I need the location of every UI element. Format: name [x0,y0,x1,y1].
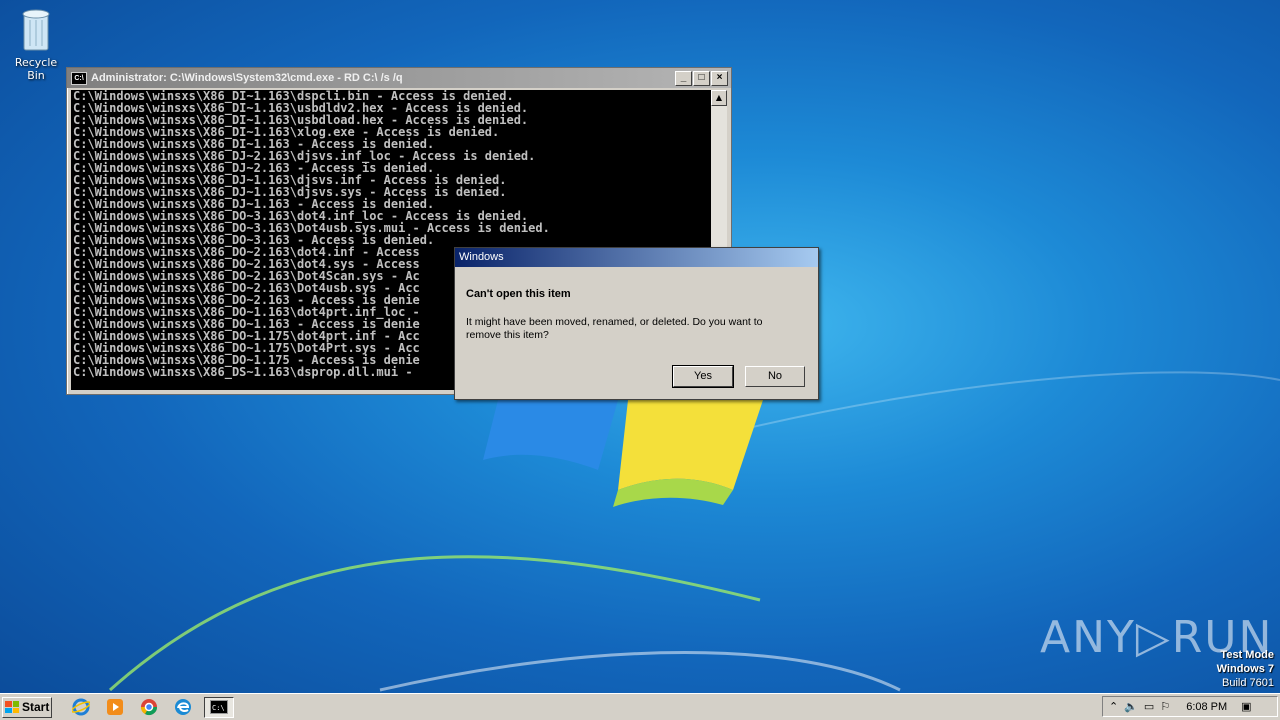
windows-logo [483,400,763,507]
test-mode-label: Test Mode [1220,649,1274,661]
build-label: Build 7601 [1222,677,1274,689]
dialog-heading: Can't open this item [466,288,571,300]
cmd-title: Administrator: C:\Windows\System32\cmd.e… [91,72,403,84]
windows-flag-icon [5,701,19,713]
svg-text:C:\: C:\ [212,704,225,712]
cmd-icon: C:\ [210,700,228,714]
media-player-icon[interactable] [104,697,126,717]
yes-button[interactable]: Yes [672,365,734,388]
clock[interactable]: 6:08 PM [1186,701,1227,713]
scroll-up-icon[interactable]: ▲ [711,90,727,106]
internet-explorer-icon[interactable] [70,697,92,717]
taskbar: Start C:\ ⌃ 🔈 ▭ ⚐ 6:08 PM ▣ [0,693,1280,720]
close-button[interactable]: × [711,70,728,86]
action-center-flag-icon[interactable]: ⚐ [1160,700,1170,713]
os-label: Windows 7 [1216,663,1274,675]
cmd-title-bar[interactable]: C:\ Administrator: C:\Windows\System32\c… [67,68,731,88]
cmd-icon: C:\ [71,71,87,85]
cant-open-dialog[interactable]: Windows Can't open this item It might ha… [454,247,819,400]
no-button[interactable]: No [745,366,805,387]
start-button[interactable]: Start [2,696,52,718]
chrome-icon[interactable] [138,697,160,717]
edge-icon[interactable] [172,697,194,717]
recycle-bin-label: Recycle Bin [14,56,58,82]
recycle-bin-icon [22,9,50,51]
recycle-bin[interactable]: Recycle Bin [6,6,66,82]
minimize-button[interactable]: _ [675,70,692,86]
show-desktop-icon[interactable]: ▣ [1241,700,1251,713]
system-tray: ⌃ 🔈 ▭ ⚐ 6:08 PM ▣ [1102,696,1278,717]
network-icon[interactable]: ▭ [1144,700,1154,713]
test-mode-notice: Test Mode Windows 7 Build 7601 [1217,648,1274,690]
show-hidden-icons-icon[interactable]: ⌃ [1109,700,1118,713]
start-label: Start [22,700,50,714]
cmd-taskbar-button[interactable]: C:\ [204,696,234,718]
volume-icon[interactable]: 🔈 [1124,700,1138,713]
maximize-button[interactable]: □ [693,70,710,86]
dialog-message: It might have been moved, renamed, or de… [466,316,763,341]
dialog-title: Windows [455,248,818,267]
